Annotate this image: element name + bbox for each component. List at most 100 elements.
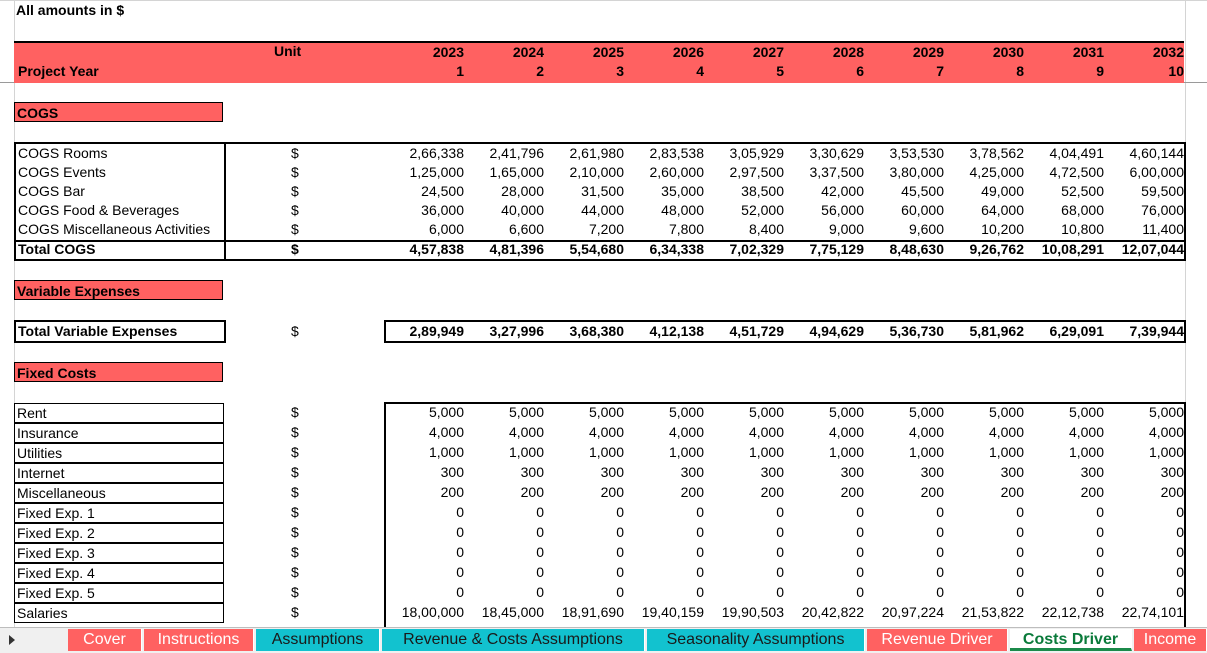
value-cell: 18,91,690 [561, 604, 624, 620]
value-cell: 0 [856, 504, 864, 520]
value-cell: 0 [1016, 584, 1024, 600]
total-value-cell: 4,57,838 [409, 241, 465, 257]
value-cell: 5,000 [508, 404, 544, 420]
year-index-cell: 7 [936, 63, 944, 79]
value-cell: 1,000 [668, 444, 704, 460]
value-cell: 38,500 [741, 183, 784, 199]
value-cell: 0 [856, 544, 864, 560]
year-cell: 2032 [1152, 44, 1184, 60]
unit-cell: $ [291, 241, 299, 257]
value-cell: 200 [1080, 484, 1104, 500]
value-cell: 42,000 [821, 183, 864, 199]
value-cell: 10,800 [1061, 221, 1104, 237]
value-cell: 200 [440, 484, 464, 500]
fixed-row-label: Internet [14, 463, 224, 483]
total-value-cell: 5,81,962 [969, 323, 1025, 339]
value-cell: 5,000 [748, 404, 784, 420]
value-cell: 200 [760, 484, 784, 500]
cogs-row-label: COGS Bar [18, 183, 85, 199]
grid-top-line [0, 0, 1207, 1]
year-index-cell: 4 [696, 63, 704, 79]
value-cell: 3,80,000 [889, 164, 945, 180]
value-cell: 9,000 [828, 221, 864, 237]
year-index-cell: 5 [776, 63, 784, 79]
year-cell: 2023 [432, 44, 464, 60]
value-cell: 4,000 [988, 424, 1024, 440]
total-value-cell: 4,12,138 [649, 323, 705, 339]
sheet-tab[interactable]: Seasonality Assumptions [647, 629, 865, 651]
value-cell: 0 [536, 584, 544, 600]
value-cell: 10,200 [981, 221, 1024, 237]
value-cell: 0 [856, 584, 864, 600]
value-cell: 2,97,500 [729, 164, 785, 180]
value-cell: 2,10,000 [569, 164, 625, 180]
fixed-row-label: Fixed Exp. 3 [14, 543, 224, 563]
year-index-cell: 2 [536, 63, 544, 79]
value-cell: 0 [616, 564, 624, 580]
value-cell: 22,74,101 [1121, 604, 1184, 620]
value-cell: 4,72,500 [1049, 164, 1105, 180]
total-value-cell: 5,54,680 [569, 241, 625, 257]
value-cell: 31,500 [581, 183, 624, 199]
total-value-cell: 6,34,338 [649, 241, 705, 257]
value-cell: 2,61,980 [569, 145, 625, 161]
value-cell: 4,000 [908, 424, 944, 440]
year-cell: 2029 [912, 44, 944, 60]
value-cell: 6,000 [428, 221, 464, 237]
value-cell: 300 [600, 464, 624, 480]
year-cell: 2026 [672, 44, 704, 60]
value-cell: 28,000 [501, 183, 544, 199]
value-cell: 0 [776, 584, 784, 600]
value-cell: 0 [776, 524, 784, 540]
value-cell: 0 [776, 504, 784, 520]
unit-cell: $ [291, 202, 299, 218]
value-cell: 0 [936, 524, 944, 540]
value-cell: 300 [1160, 464, 1184, 480]
value-cell: 0 [696, 584, 704, 600]
total-value-cell: 6,29,091 [1049, 323, 1105, 339]
fixed-row-label: Utilities [14, 443, 224, 463]
value-cell: 200 [600, 484, 624, 500]
value-cell: 0 [1016, 524, 1024, 540]
sheet-tab[interactable]: Assumptions [256, 629, 380, 651]
total-value-cell: 7,39,944 [1129, 323, 1185, 339]
unit-cell: $ [291, 164, 299, 180]
sheet-tab[interactable]: Revenue Driver [867, 629, 1008, 651]
cogs-total-label: Total COGS [18, 241, 96, 257]
value-cell: 0 [536, 504, 544, 520]
scroll-tabs-arrow-icon[interactable] [9, 635, 15, 645]
total-value-cell: 4,51,729 [729, 323, 785, 339]
value-cell: 5,000 [828, 404, 864, 420]
value-cell: 0 [1096, 544, 1104, 560]
value-cell: 52,500 [1061, 183, 1104, 199]
total-value-cell: 7,75,129 [809, 241, 865, 257]
value-cell: 5,000 [668, 404, 704, 420]
value-cell: 6,00,000 [1129, 164, 1185, 180]
value-cell: 45,500 [901, 183, 944, 199]
fixed-costs-label: Fixed Costs [14, 362, 223, 382]
value-cell: 0 [536, 524, 544, 540]
unit-cell: $ [291, 484, 299, 500]
sheet-tab[interactable]: Revenue & Costs Assumptions [382, 629, 645, 651]
value-cell: 0 [936, 504, 944, 520]
year-index-cell: 10 [1168, 63, 1184, 79]
value-cell: 4,000 [748, 424, 784, 440]
value-cell: 0 [616, 544, 624, 560]
project-year-label: Project Year [18, 63, 99, 79]
value-cell: 3,05,929 [729, 145, 785, 161]
value-cell: 22,12,738 [1041, 604, 1104, 620]
unit-cell: $ [291, 145, 299, 161]
sheet-tab[interactable]: Cover [68, 629, 142, 651]
value-cell: 3,78,562 [969, 145, 1025, 161]
unit-header: Unit [274, 43, 302, 59]
sheet-tab[interactable]: Income [1134, 629, 1207, 651]
value-cell: 300 [1080, 464, 1104, 480]
unit-cell: $ [291, 584, 299, 600]
value-cell: 2,41,796 [489, 145, 545, 161]
sheet-tab[interactable]: Costs Driver [1010, 629, 1132, 651]
unit-cell: $ [291, 444, 299, 460]
sheet-tab[interactable]: Instructions [144, 629, 254, 651]
value-cell: 300 [520, 464, 544, 480]
cogs-row-label: COGS Events [18, 164, 106, 180]
sheet-tab-bar: Cover Instructions Assumptions Revenue & Co… [0, 627, 1207, 653]
